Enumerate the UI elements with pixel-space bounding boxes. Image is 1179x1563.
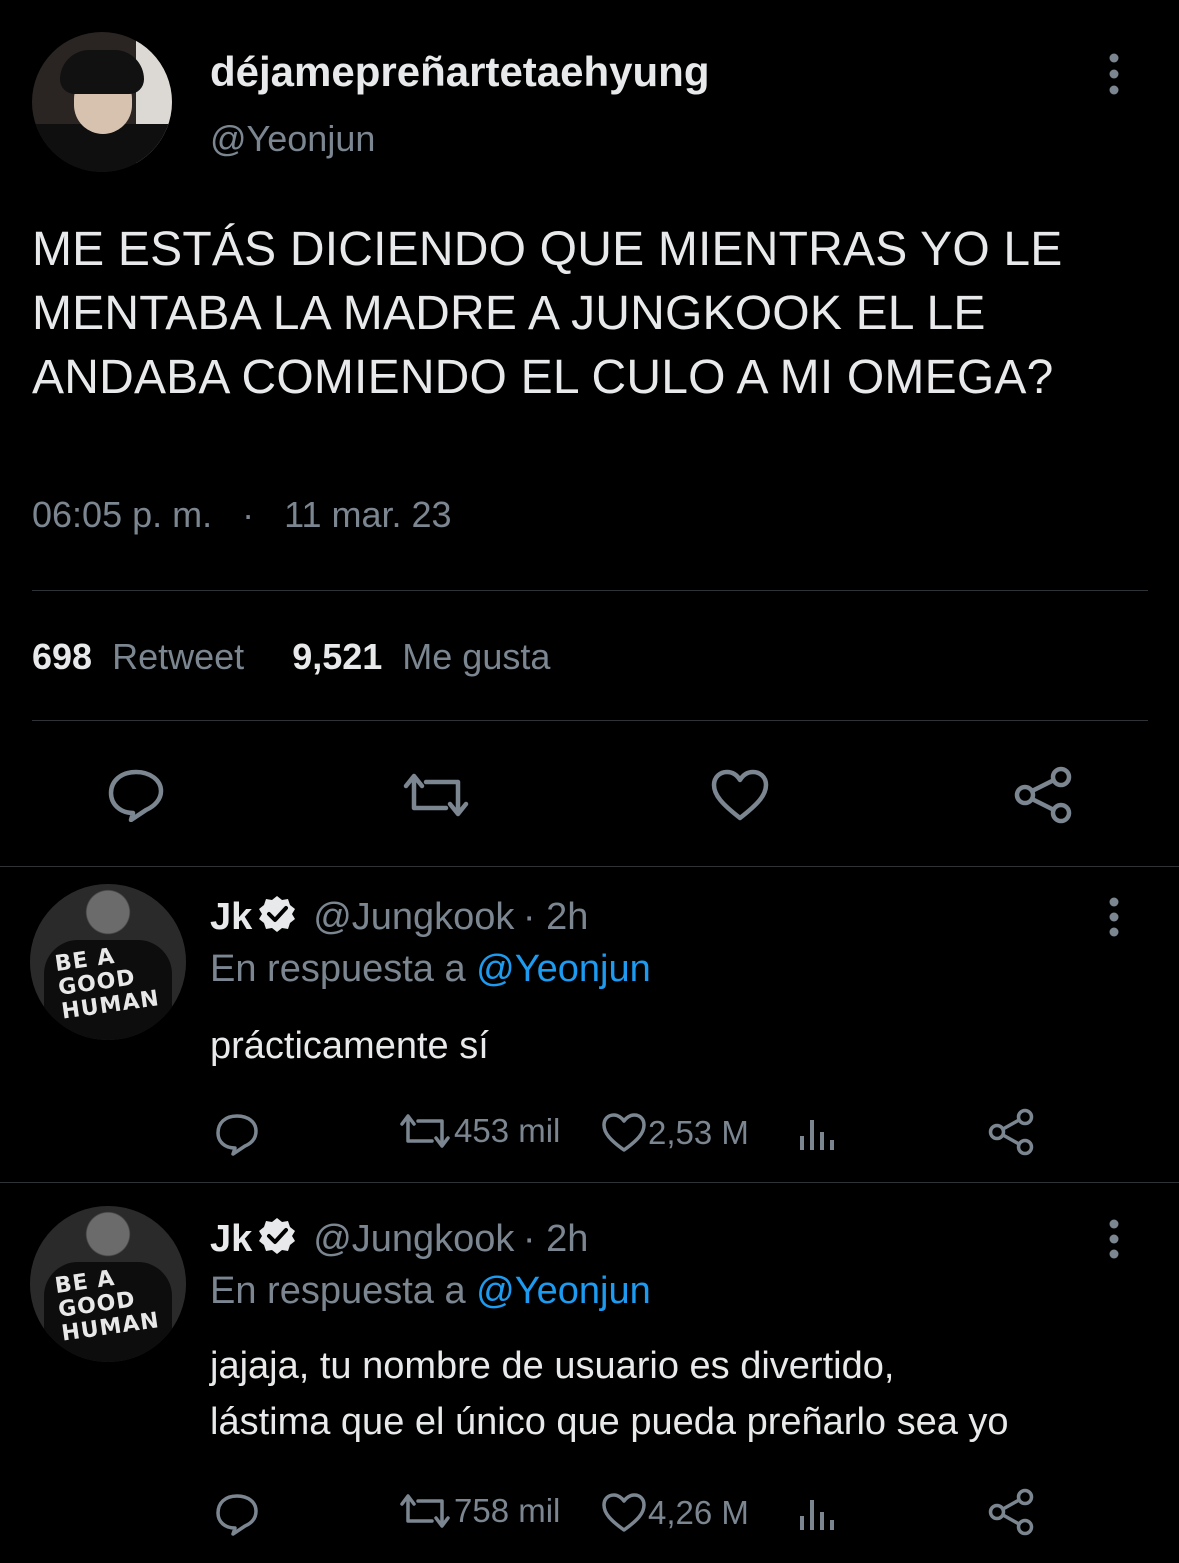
reply-header: Jk @Jungkook · 2h [210,1216,588,1261]
views-icon[interactable] [798,1114,838,1154]
tweet-time: 06:05 p. m. [32,494,213,535]
divider [0,866,1179,867]
retweet-action[interactable]: 453 mil [396,1112,560,1150]
likes-count: 9,521 [292,636,383,677]
retweets-label: Retweet [112,636,245,677]
divider [32,720,1148,721]
retweet-count: 453 mil [454,1112,561,1149]
main-tweet-text: ME ESTÁS DICIENDO QUE MIENTRAS YO LE MEN… [32,218,1152,410]
tweet-stats: 698 Retweet 9,521 Me gusta [32,636,550,678]
verified-icon [257,1216,299,1254]
reply-icon[interactable] [106,766,166,823]
reply-text-line: jajaja, tu nombre de usuario es divertid… [210,1345,895,1387]
more-icon[interactable] [1100,50,1128,100]
like-count: 2,53 M [648,1114,749,1151]
reply-author-name[interactable]: Jk [210,1218,252,1260]
like-icon [602,1493,646,1532]
like-action[interactable]: 2,53 M [600,1112,749,1154]
retweet-icon[interactable] [400,770,472,820]
tweet-text-line: ME ESTÁS DICIENDO QUE MIENTRAS YO LE [32,223,1063,276]
reply-avatar[interactable]: BE A GOOD HUMAN [30,1206,186,1362]
retweet-action[interactable]: 758 mil [396,1492,560,1530]
like-count: 4,26 M [648,1494,749,1531]
tweet-date[interactable]: 11 mar. 23 [284,494,451,535]
reply-text-line: prácticamente sí [210,1025,489,1067]
main-display-name[interactable]: déjamepreñartetaehyung [210,48,710,96]
divider [32,590,1148,591]
likes-label: Me gusta [402,636,551,677]
reply-avatar[interactable]: BE A GOOD HUMAN [30,884,186,1040]
retweets-count: 698 [32,636,93,677]
reply-context: En respuesta a @Yeonjun [210,948,651,991]
share-icon[interactable] [1012,766,1074,824]
retweet-icon [400,1494,450,1528]
like-action[interactable]: 4,26 M [600,1492,749,1534]
reply-context: En respuesta a @Yeonjun [210,1270,651,1313]
retweet-icon [400,1114,450,1148]
share-icon[interactable] [986,1488,1036,1536]
share-icon[interactable] [986,1108,1036,1156]
main-handle[interactable]: @Yeonjun [210,118,375,160]
reply-to-label: En respuesta a [210,1270,466,1312]
tweet-meta: 06:05 p. m. · 11 mar. 23 [32,494,452,536]
reply-header: Jk @Jungkook · 2h [210,894,588,939]
verified-icon [257,894,299,932]
views-icon[interactable] [798,1494,838,1534]
likes-stat[interactable]: 9,521 Me gusta [292,636,550,677]
like-icon [602,1113,646,1152]
like-icon[interactable] [710,768,770,822]
reply-icon[interactable] [214,1112,260,1156]
more-icon[interactable] [1100,896,1128,938]
reply-time: · 2h [522,1218,589,1260]
meta-separator: · [242,494,255,535]
reply-author-handle[interactable]: @Jungkook [313,1218,514,1260]
reply-to-label: En respuesta a [210,948,466,990]
retweet-count: 758 mil [454,1492,561,1529]
reply-to-handle[interactable]: @Yeonjun [476,1270,651,1312]
reply-icon[interactable] [214,1492,260,1536]
more-icon[interactable] [1100,1218,1128,1260]
reply-text: jajaja, tu nombre de usuario es divertid… [210,1338,1160,1450]
divider [0,1182,1179,1183]
reply-text-line: lástima que el único que pueda preñarlo … [210,1401,1009,1443]
reply-author-name[interactable]: Jk [210,896,252,938]
reply-to-handle[interactable]: @Yeonjun [476,948,651,990]
reply-author-handle[interactable]: @Jungkook [313,896,514,938]
retweets-stat[interactable]: 698 Retweet [32,636,244,677]
reply-text: prácticamente sí [210,1018,489,1074]
main-avatar[interactable] [32,32,172,172]
reply-time: · 2h [522,896,589,938]
tweet-text-line: MENTABA LA MADRE A JUNGKOOK EL LE [32,287,986,340]
tweet-text-line: ANDABA COMIENDO EL CULO A MI OMEGA? [32,351,1054,404]
